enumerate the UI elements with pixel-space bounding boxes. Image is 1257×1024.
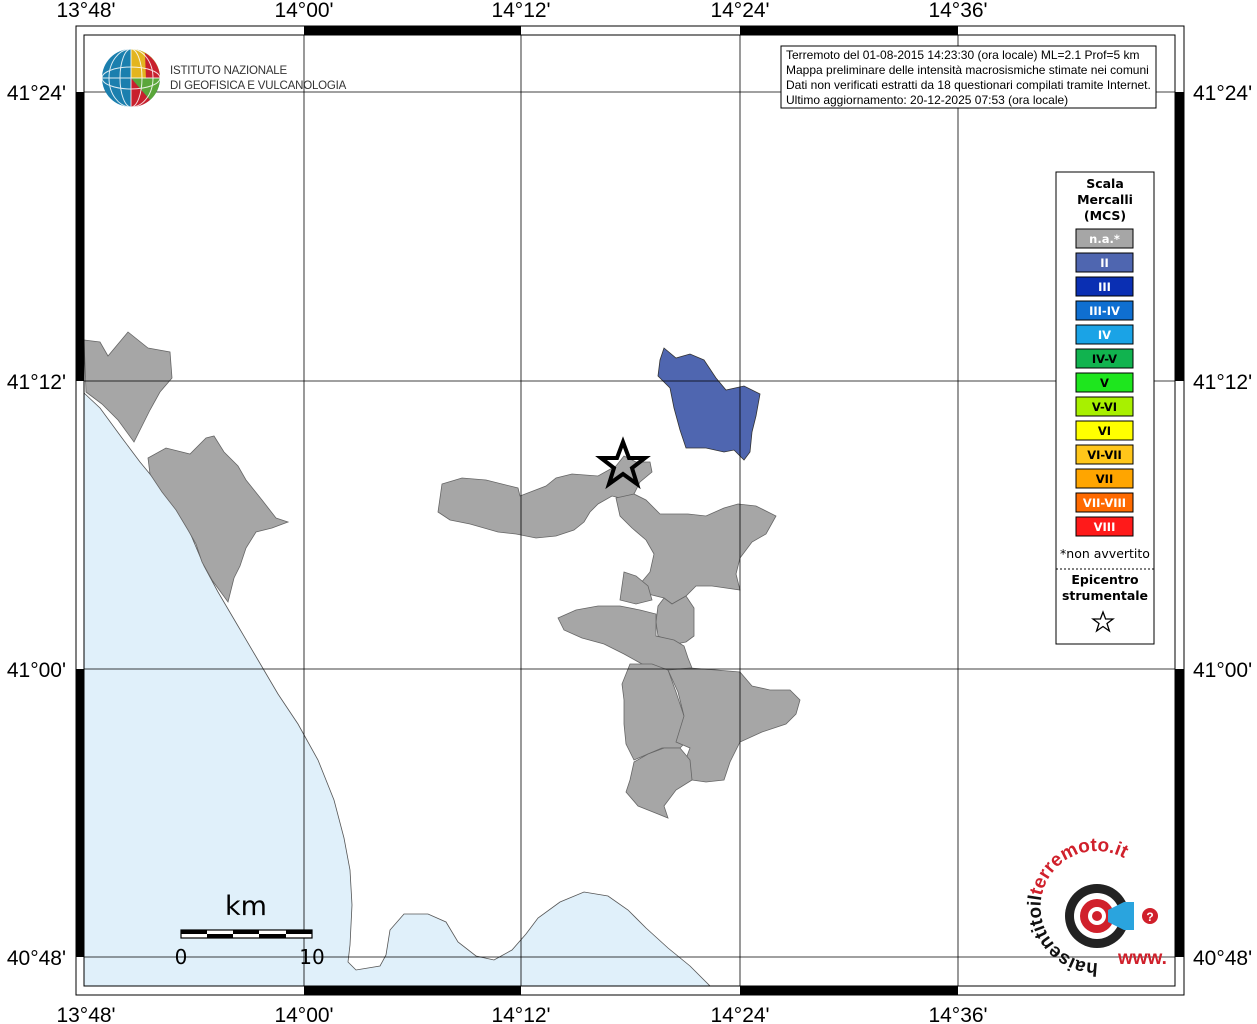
- lon-label: 14°12': [491, 1004, 550, 1024]
- lon-label: 14°24': [710, 0, 769, 22]
- legend-swatch-label: V: [1100, 376, 1109, 390]
- legend-swatch-label: VII-VIII: [1083, 496, 1126, 510]
- lat-label: 40°48': [1193, 947, 1252, 970]
- lat-label: 41°24': [7, 82, 66, 105]
- logo-line-1: ISTITUTO NAZIONALE: [170, 65, 287, 77]
- lon-label: 14°00': [274, 0, 333, 22]
- info-line: Ultimo aggiornamento: 20-12-2025 07:53 (…: [786, 93, 1068, 107]
- lat-label: 41°12': [7, 371, 66, 394]
- legend: Scala Mercalli (MCS) n.a.*IIIIIIII-IVIVI…: [1055, 171, 1155, 645]
- longitude-labels-bottom: 13°48' 14°00' 14°12' 14°24' 14°36': [56, 1004, 987, 1024]
- lon-label: 14°36': [928, 0, 987, 22]
- latitude-labels-left: 41°24' 41°12' 41°00' 40°48': [7, 82, 66, 970]
- legend-epicenter: Epicentro: [1071, 572, 1139, 587]
- lon-label: 13°48': [56, 0, 115, 22]
- info-line: Mappa preliminare delle intensità macros…: [786, 63, 1149, 77]
- lat-label: 41°00': [1193, 659, 1252, 682]
- municipality-intensity-II: [657, 347, 761, 461]
- lon-label: 13°48': [56, 1004, 115, 1024]
- legend-swatch-label: IV: [1098, 328, 1111, 342]
- legend-epicenter: strumentale: [1062, 588, 1148, 603]
- info-box: Terremoto del 01-08-2015 14:23:30 (ora l…: [780, 45, 1157, 109]
- scale-unit: km: [225, 891, 267, 922]
- site-logo-www: www.: [1117, 948, 1167, 969]
- legend-swatch-label: V-VI: [1092, 400, 1117, 414]
- ingv-logo: ISTITUTO NAZIONALE DI GEOFISICA E VULCAN…: [101, 48, 347, 108]
- info-line: Dati non verificati estratti da 18 quest…: [786, 78, 1151, 92]
- lat-label: 41°12': [1193, 371, 1252, 394]
- legend-swatch-label: VIII: [1094, 520, 1116, 534]
- scale-tick-0: 0: [175, 945, 188, 969]
- lon-label: 14°12': [491, 0, 550, 22]
- haisentito-logo: haisentitoilterremoto.it ? www.: [1024, 835, 1167, 979]
- legend-note: *non avvertito: [1060, 546, 1150, 561]
- legend-swatch-label: III: [1098, 280, 1111, 294]
- legend-title: Scala: [1086, 176, 1124, 191]
- longitude-labels-top: 13°48' 14°00' 14°12' 14°24' 14°36': [56, 0, 987, 22]
- lon-label: 14°00': [274, 1004, 333, 1024]
- scale-tick-10: 10: [299, 945, 324, 969]
- legend-swatch-label: II: [1100, 256, 1109, 270]
- legend-title: (MCS): [1084, 208, 1126, 223]
- intensity-map: 13°48' 14°00' 14°12' 14°24' 14°36' 13°48…: [7, 0, 1252, 1024]
- legend-swatch-label: VI-VII: [1087, 448, 1122, 462]
- legend-swatch-label: n.a.*: [1089, 232, 1120, 246]
- lon-label: 14°24': [710, 1004, 769, 1024]
- lon-label: 14°36': [928, 1004, 987, 1024]
- lat-label: 41°24': [1193, 82, 1252, 105]
- lat-label: 40°48': [7, 947, 66, 970]
- logo-line-2: DI GEOFISICA E VULCANOLOGIA: [170, 80, 347, 92]
- svg-text:?: ?: [1146, 910, 1153, 924]
- legend-title: Mercalli: [1077, 192, 1133, 207]
- legend-swatch-label: VII: [1096, 472, 1113, 486]
- legend-swatch-label: IV-V: [1092, 352, 1117, 366]
- info-line: Terremoto del 01-08-2015 14:23:30 (ora l…: [786, 48, 1140, 62]
- latitude-labels-right: 41°24' 41°12' 41°00' 40°48': [1193, 82, 1252, 970]
- legend-swatch-label: III-IV: [1089, 304, 1120, 318]
- lat-label: 41°00': [7, 659, 66, 682]
- legend-swatch-label: VI: [1098, 424, 1111, 438]
